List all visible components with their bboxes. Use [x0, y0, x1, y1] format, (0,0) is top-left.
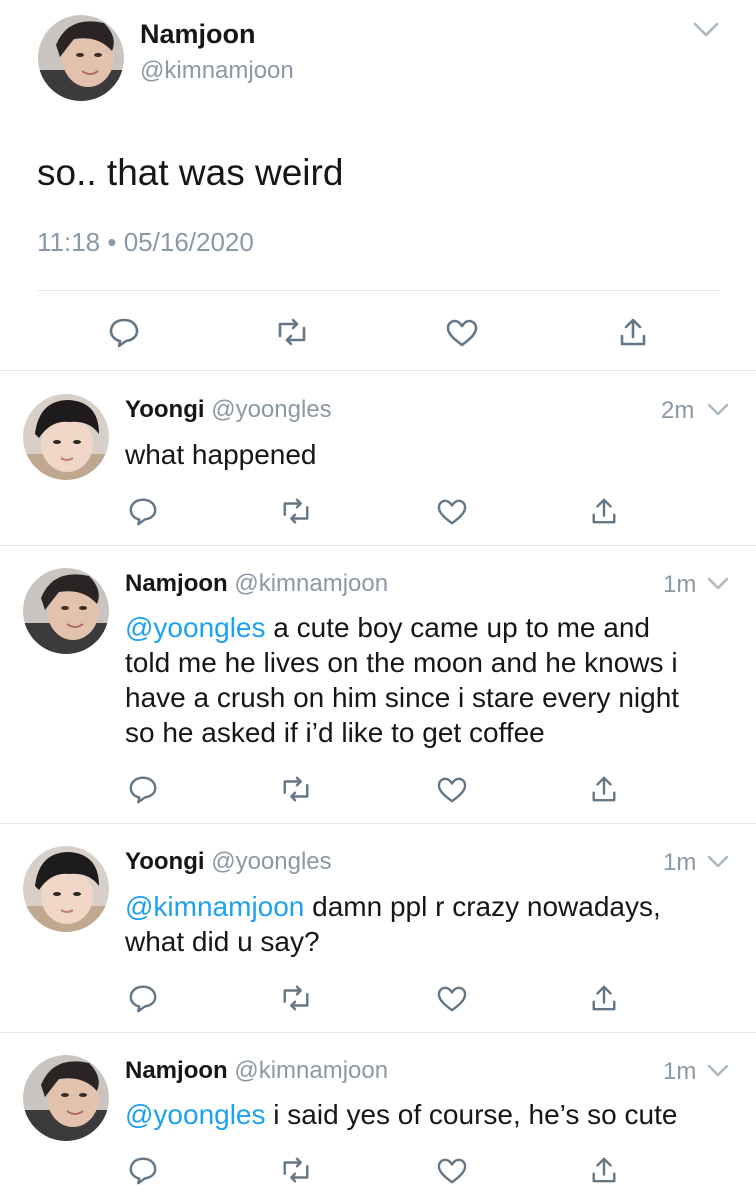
reply-time: 2m — [661, 397, 695, 424]
avatar[interactable] — [23, 846, 109, 932]
reply-line: @kimnamjoon damn ppl r crazy nowadays, — [125, 889, 661, 924]
retweet-icon[interactable] — [280, 983, 312, 1013]
display-name[interactable]: Yoongi — [125, 848, 205, 875]
separator: • — [107, 227, 117, 257]
reply-line-text: a cute boy came up to me and — [265, 612, 650, 643]
reply-text: what happened — [125, 437, 317, 472]
handle[interactable]: @yoongles — [211, 848, 331, 875]
share-icon[interactable] — [590, 774, 618, 804]
like-icon[interactable] — [436, 1157, 468, 1185]
like-icon[interactable] — [436, 498, 468, 526]
reply-header: Yoongi @yoongles — [125, 396, 332, 424]
reply-line: what did u say? — [125, 926, 320, 957]
share-icon[interactable] — [590, 496, 618, 526]
timestamp: 11:18 • 05/16/2020 — [37, 227, 254, 258]
chevron-down-icon[interactable] — [706, 854, 730, 870]
handle[interactable]: @kimnamjoon — [140, 57, 294, 85]
divider — [0, 1032, 756, 1033]
reply-line-text: i said yes of course, he’s so cute — [265, 1099, 678, 1130]
reply-time: 1m — [663, 571, 697, 598]
reply-line: what happened — [125, 439, 317, 470]
reply-icon[interactable] — [128, 774, 158, 804]
reply-header: Yoongi @yoongles — [125, 848, 332, 876]
share-icon[interactable] — [618, 316, 648, 348]
divider — [0, 370, 756, 371]
reply-text: @kimnamjoon damn ppl r crazy nowadays, w… — [125, 889, 661, 959]
display-name[interactable]: Yoongi — [125, 396, 205, 423]
reply-time: 1m — [663, 849, 697, 876]
avatar[interactable] — [23, 394, 109, 480]
retweet-icon[interactable] — [280, 1155, 312, 1185]
mention-link[interactable]: @kimnamjoon — [125, 891, 304, 922]
tweet-date: 05/16/2020 — [123, 227, 254, 257]
chevron-down-icon[interactable] — [706, 1063, 730, 1079]
mention-link[interactable]: @yoongles — [125, 1099, 266, 1130]
reply-header: Namjoon @kimnamjoon — [125, 570, 388, 598]
like-icon[interactable] — [436, 985, 468, 1013]
chevron-down-icon[interactable] — [692, 20, 720, 40]
reply-line-text: damn ppl r crazy nowadays, — [304, 891, 661, 922]
reply-line: @yoongles a cute boy came up to me and — [125, 610, 679, 645]
divider — [0, 545, 756, 546]
reply-text: @yoongles a cute boy came up to me and t… — [125, 610, 679, 750]
display-name[interactable]: Namjoon — [125, 570, 228, 597]
handle[interactable]: @kimnamjoon — [234, 570, 388, 597]
retweet-icon[interactable] — [275, 316, 309, 348]
like-icon[interactable] — [436, 776, 468, 804]
divider — [38, 290, 720, 291]
reply-time: 1m — [663, 1058, 697, 1085]
reply-line: @yoongles i said yes of course, he’s so … — [125, 1097, 677, 1132]
chevron-down-icon[interactable] — [706, 576, 730, 592]
avatar[interactable] — [23, 1055, 109, 1141]
tweet-time: 11:18 — [37, 227, 101, 257]
share-icon[interactable] — [590, 983, 618, 1013]
handle[interactable]: @yoongles — [211, 396, 331, 423]
display-name[interactable]: Namjoon — [125, 1057, 228, 1084]
reply-icon[interactable] — [128, 983, 158, 1013]
chevron-down-icon[interactable] — [706, 402, 730, 418]
reply-line: so he asked if i’d like to get coffee — [125, 717, 545, 748]
reply-line: have a crush on him since i stare every … — [125, 682, 680, 713]
display-name[interactable]: Namjoon — [140, 19, 256, 50]
like-icon[interactable] — [445, 318, 479, 348]
reply-icon[interactable] — [108, 316, 140, 348]
divider — [0, 823, 756, 824]
reply-header: Namjoon @kimnamjoon — [125, 1057, 388, 1085]
reply-text: @yoongles i said yes of course, he’s so … — [125, 1097, 677, 1132]
reply-line: told me he lives on the moon and he know… — [125, 647, 678, 678]
retweet-icon[interactable] — [280, 496, 312, 526]
mention-link[interactable]: @yoongles — [125, 612, 266, 643]
avatar[interactable] — [38, 15, 124, 101]
share-icon[interactable] — [590, 1155, 618, 1185]
tweet-text: so.. that was weird — [37, 152, 344, 193]
reply-icon[interactable] — [128, 496, 158, 526]
retweet-icon[interactable] — [280, 774, 312, 804]
handle[interactable]: @kimnamjoon — [234, 1057, 388, 1084]
avatar[interactable] — [23, 568, 109, 654]
reply-icon[interactable] — [128, 1155, 158, 1185]
